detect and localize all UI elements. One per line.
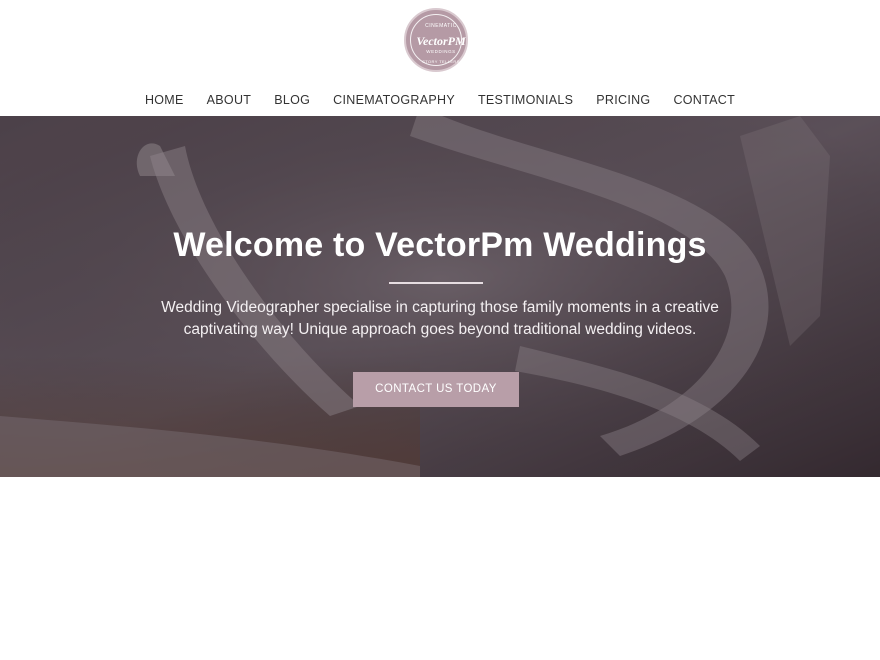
main-nav: HOME ABOUT BLOG CINEMATOGRAPHY TESTIMONI… — [0, 90, 880, 110]
hero-title: Welcome to VectorPm Weddings — [173, 226, 707, 264]
brand-logo[interactable]: CINEMATIC VectorPM WEDDINGS STORY TELLER… — [404, 8, 468, 72]
hero-description: Wedding Videographer specialise in captu… — [161, 299, 719, 338]
nav-item-about[interactable]: ABOUT — [195, 90, 263, 110]
logo-brand-text: VectorPM — [416, 34, 466, 48]
nav-item-blog[interactable]: BLOG — [263, 90, 322, 110]
content-area — [0, 477, 880, 660]
nav-item-pricing[interactable]: PRICING — [585, 90, 662, 110]
logo-bottom-text: STORY TELLERS — [422, 59, 460, 64]
nav-item-cinematography[interactable]: CINEMATOGRAPHY — [322, 90, 467, 110]
logo-top-text: CINEMATIC — [425, 23, 457, 29]
nav-item-testimonials[interactable]: TESTIMONIALS — [466, 90, 584, 110]
logo-ring: CINEMATIC VectorPM WEDDINGS STORY TELLER… — [410, 14, 466, 66]
nav-item-home[interactable]: HOME — [133, 90, 195, 110]
nav-item-contact[interactable]: CONTACT — [662, 90, 747, 110]
contact-us-button[interactable]: CONTACT US TODAY — [353, 372, 519, 407]
logo-sub-text: WEDDINGS — [426, 49, 456, 54]
hero-divider — [389, 282, 483, 284]
site-header: CINEMATIC VectorPM WEDDINGS STORY TELLER… — [0, 0, 880, 116]
hero-section: Welcome to VectorPm Weddings Wedding Vid… — [0, 116, 880, 477]
